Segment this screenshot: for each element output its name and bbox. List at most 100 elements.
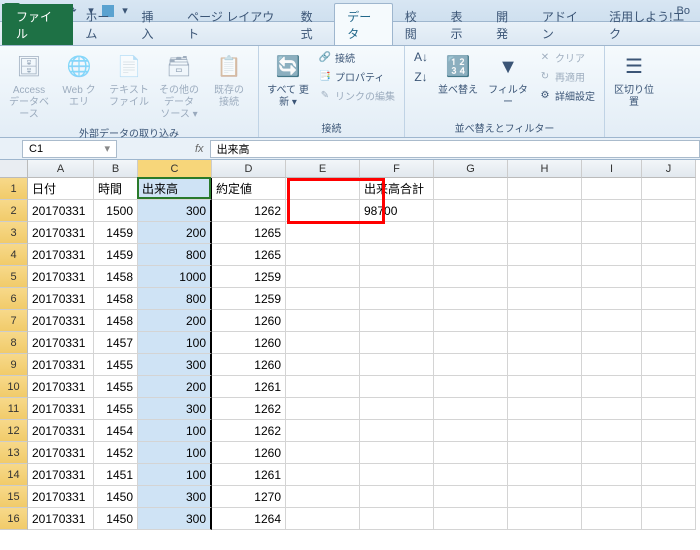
tab-挿入[interactable]: 挿入 [130, 4, 176, 45]
sort-desc-button[interactable]: Z↓ [411, 69, 431, 85]
cell[interactable] [508, 288, 582, 310]
cell[interactable] [286, 200, 360, 222]
cell[interactable] [642, 464, 696, 486]
cell[interactable]: 20170331 [28, 464, 94, 486]
cell[interactable] [508, 420, 582, 442]
cell[interactable]: 200 [138, 222, 212, 244]
cell[interactable] [286, 508, 360, 530]
col-header-A[interactable]: A [28, 160, 94, 178]
cell[interactable] [286, 266, 360, 288]
worksheet-grid[interactable]: ABCDEFGHIJ 1日付時間出来高約定値出来高合計2201703311500… [0, 160, 700, 530]
cell[interactable] [434, 354, 508, 376]
cell[interactable] [360, 266, 434, 288]
cell[interactable] [582, 398, 642, 420]
select-all-corner[interactable] [0, 160, 28, 178]
cell[interactable] [582, 244, 642, 266]
cell[interactable]: 1450 [94, 508, 138, 530]
tab-ページ レイアウト[interactable]: ページ レイアウト [175, 4, 288, 45]
formula-bar[interactable]: 出来高 [210, 140, 700, 158]
tab-開発[interactable]: 開発 [484, 4, 530, 45]
cell[interactable] [434, 332, 508, 354]
cell[interactable]: 20170331 [28, 376, 94, 398]
cell[interactable] [286, 222, 360, 244]
cell[interactable] [642, 266, 696, 288]
cell[interactable]: 1000 [138, 266, 212, 288]
cell[interactable]: 1454 [94, 420, 138, 442]
cell[interactable]: 1455 [94, 398, 138, 420]
cell[interactable]: 1455 [94, 354, 138, 376]
cell[interactable]: 1261 [212, 464, 286, 486]
cell[interactable]: 20170331 [28, 442, 94, 464]
cell[interactable] [582, 310, 642, 332]
cell[interactable] [508, 354, 582, 376]
tab-アドイン[interactable]: アドイン [530, 4, 597, 45]
cell[interactable] [434, 420, 508, 442]
cell[interactable] [508, 310, 582, 332]
cell[interactable] [642, 420, 696, 442]
cell[interactable] [642, 178, 696, 200]
cell[interactable] [360, 420, 434, 442]
cell[interactable]: 1262 [212, 420, 286, 442]
sort-button[interactable]: 🔢並べ替え [435, 49, 481, 99]
cell[interactable]: 20170331 [28, 420, 94, 442]
refresh-all-button[interactable]: 🔄すべて 更新 ▾ [265, 49, 311, 111]
cell[interactable] [582, 266, 642, 288]
row-header[interactable]: 4 [0, 244, 28, 266]
cell[interactable] [642, 222, 696, 244]
cell[interactable]: 1259 [212, 266, 286, 288]
cell[interactable] [582, 288, 642, 310]
cell[interactable]: 20170331 [28, 266, 94, 288]
cell[interactable] [582, 420, 642, 442]
row-header[interactable]: 8 [0, 332, 28, 354]
cell[interactable] [642, 332, 696, 354]
filter-button[interactable]: ▼フィルター [485, 49, 531, 111]
cell[interactable] [642, 398, 696, 420]
cell[interactable] [642, 200, 696, 222]
cell[interactable] [434, 464, 508, 486]
cell[interactable]: 出来高合計 [360, 178, 434, 200]
cell[interactable] [434, 310, 508, 332]
cell[interactable]: 300 [138, 508, 212, 530]
cell[interactable] [508, 222, 582, 244]
cell[interactable]: 1260 [212, 354, 286, 376]
cell[interactable] [286, 288, 360, 310]
cell[interactable]: 98700 [360, 200, 434, 222]
col-header-D[interactable]: D [212, 160, 286, 178]
cell[interactable] [508, 464, 582, 486]
cell[interactable] [508, 266, 582, 288]
cell[interactable]: 20170331 [28, 332, 94, 354]
cell[interactable]: 20170331 [28, 398, 94, 420]
cell[interactable] [582, 354, 642, 376]
cell[interactable] [508, 244, 582, 266]
cell[interactable]: 出来高 [138, 178, 212, 200]
fx-icon[interactable]: fx [195, 143, 204, 155]
cell[interactable] [286, 178, 360, 200]
cell[interactable]: 1259 [212, 288, 286, 310]
cell[interactable] [360, 244, 434, 266]
cell[interactable] [434, 178, 508, 200]
cell[interactable] [642, 310, 696, 332]
row-header[interactable]: 12 [0, 420, 28, 442]
cell[interactable]: 1260 [212, 442, 286, 464]
cell[interactable] [642, 486, 696, 508]
cell[interactable] [286, 486, 360, 508]
cell[interactable] [642, 442, 696, 464]
cell[interactable]: 300 [138, 398, 212, 420]
row-header[interactable]: 3 [0, 222, 28, 244]
cell[interactable]: 20170331 [28, 222, 94, 244]
row-header[interactable]: 9 [0, 354, 28, 376]
cell[interactable]: 100 [138, 332, 212, 354]
cell[interactable]: 300 [138, 200, 212, 222]
cell[interactable]: 1260 [212, 310, 286, 332]
cell[interactable] [642, 376, 696, 398]
cell[interactable]: 1270 [212, 486, 286, 508]
cell[interactable] [582, 332, 642, 354]
cell[interactable]: 1455 [94, 376, 138, 398]
sort-asc-button[interactable]: A↓ [411, 49, 431, 65]
cell[interactable] [286, 420, 360, 442]
tab-数式[interactable]: 数式 [289, 4, 335, 45]
cell[interactable]: 100 [138, 464, 212, 486]
reapply-button[interactable]: ↻再適用 [535, 68, 598, 85]
cell[interactable]: 1458 [94, 266, 138, 288]
cell[interactable]: 100 [138, 420, 212, 442]
